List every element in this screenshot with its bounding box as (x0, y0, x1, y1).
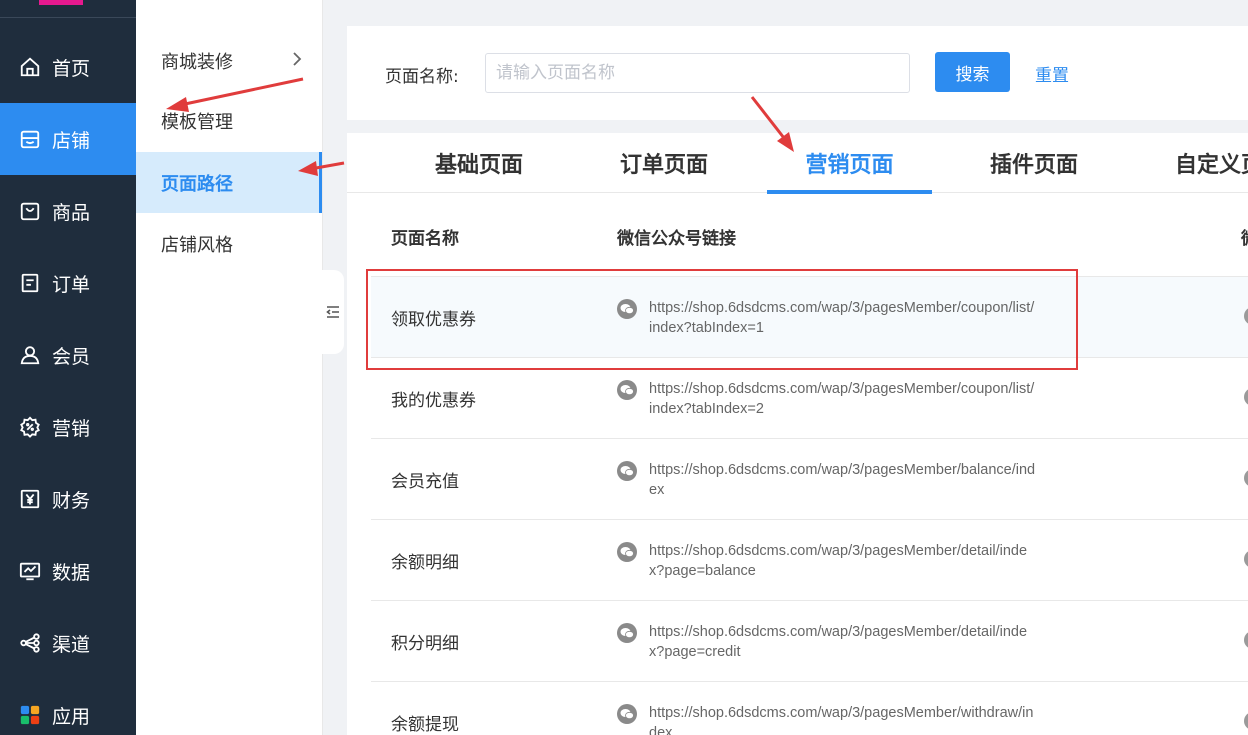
chevron-right-icon (293, 52, 302, 66)
page-name-cell: 余额明细 (391, 553, 459, 573)
nav-item-home[interactable]: 首页 (0, 31, 136, 103)
nav-label: 数据 (52, 561, 91, 584)
wechat-link-cell: https://shop.6dsdcms.com/wap/3/pagesMemb… (617, 541, 1037, 581)
wechat-link-url[interactable]: https://shop.6dsdcms.com/wap/3/pagesMemb… (649, 379, 1037, 419)
sub-item-page-path[interactable]: 页面路径 (136, 152, 322, 213)
table-row: 余额明细 https://shop.6dsdcms.com/wap/3/page… (371, 520, 1248, 601)
highlight-annotation-box (366, 269, 1078, 370)
logo (39, 0, 83, 5)
tab-plugin-pages[interactable]: 插件页面 (969, 133, 1099, 193)
sidebar-divider (0, 17, 136, 18)
action-dot-icon[interactable] (1244, 550, 1248, 568)
wechat-link-cell: https://shop.6dsdcms.com/wap/3/pagesMemb… (617, 460, 1037, 500)
monitor-chart-icon (18, 559, 42, 583)
nav-label: 订单 (52, 273, 91, 296)
wechat-icon (617, 542, 637, 562)
sub-item-mall-decoration[interactable]: 商城装修 (136, 30, 322, 91)
wechat-link-url[interactable]: https://shop.6dsdcms.com/wap/3/pagesMemb… (649, 703, 1037, 735)
nav-item-goods[interactable]: 商品 (0, 175, 136, 247)
tab-basic-pages[interactable]: 基础页面 (414, 133, 544, 193)
nav-item-store[interactable]: 店铺 (0, 103, 136, 175)
page-name-cell: 余额提现 (391, 715, 459, 735)
nav-label: 营销 (52, 417, 91, 440)
sub-sidebar: 商城装修 模板管理 页面路径 店铺风格 (136, 0, 323, 735)
nav-label: 财务 (52, 489, 91, 512)
sub-item-label: 商城装修 (161, 51, 233, 73)
page-name-cell: 积分明细 (391, 634, 459, 654)
nav-item-channels[interactable]: 渠道 (0, 607, 136, 679)
nav-label: 首页 (52, 57, 91, 80)
bag-icon (18, 199, 42, 223)
wechat-icon (617, 380, 637, 400)
home-icon (18, 55, 42, 79)
table-row: 积分明细 https://shop.6dsdcms.com/wap/3/page… (371, 601, 1248, 682)
nav-label: 应用 (52, 705, 91, 728)
sub-item-template-management[interactable]: 模板管理 (136, 90, 322, 151)
wechat-link-cell: https://shop.6dsdcms.com/wap/3/pagesMemb… (617, 703, 1037, 735)
page-name-cell: 我的优惠券 (391, 391, 476, 411)
page-name-cell: 会员充值 (391, 472, 459, 492)
share-nodes-icon (18, 631, 42, 655)
wechat-link-url[interactable]: https://shop.6dsdcms.com/wap/3/pagesMemb… (649, 622, 1037, 662)
nav-label: 会员 (52, 345, 91, 368)
wechat-link-cell: https://shop.6dsdcms.com/wap/3/pagesMemb… (617, 622, 1037, 662)
wechat-icon (617, 704, 637, 724)
search-button[interactable]: 搜索 (935, 52, 1010, 92)
nav-item-data[interactable]: 数据 (0, 535, 136, 607)
action-dot-icon[interactable] (1244, 631, 1248, 649)
column-header-truncated: 微 (1241, 224, 1248, 249)
nav-label: 店铺 (52, 129, 91, 152)
nav-label: 渠道 (52, 633, 91, 656)
order-icon (18, 271, 42, 295)
tab-order-pages[interactable]: 订单页面 (599, 133, 729, 193)
action-dot-icon[interactable] (1244, 469, 1248, 487)
store-icon (18, 127, 42, 151)
sub-item-label: 模板管理 (161, 111, 233, 133)
wechat-link-url[interactable]: https://shop.6dsdcms.com/wap/3/pagesMemb… (649, 541, 1037, 581)
reset-button[interactable]: 重置 (1035, 61, 1069, 86)
nav-item-finance[interactable]: 财务 (0, 463, 136, 535)
table-row: 会员充值 https://shop.6dsdcms.com/wap/3/page… (371, 439, 1248, 520)
user-icon (18, 343, 42, 367)
marketing-icon (18, 415, 42, 439)
page-list-panel: 基础页面 订单页面 营销页面 插件页面 自定义页 页面名称 微信公众号链接 微 … (347, 133, 1248, 735)
wechat-link-url[interactable]: https://shop.6dsdcms.com/wap/3/pagesMemb… (649, 460, 1037, 500)
sub-item-label: 页面路径 (161, 173, 233, 195)
collapse-menu-icon (326, 306, 339, 318)
column-header-wechat-link: 微信公众号链接 (617, 229, 736, 249)
sub-item-store-style[interactable]: 店铺风格 (136, 213, 322, 274)
action-dot-icon[interactable] (1244, 712, 1248, 730)
table-row: 余额提现 https://shop.6dsdcms.com/wap/3/page… (371, 682, 1248, 735)
nav-item-apps[interactable]: 应用 (0, 679, 136, 735)
wechat-icon (617, 461, 637, 481)
wechat-icon (617, 623, 637, 643)
tab-custom-pages[interactable]: 自定义页 (1175, 133, 1248, 193)
main-sidebar: 首页 店铺 商品 订单 会员 营销 财务 数据 渠道 应用 (0, 0, 136, 735)
sub-item-label: 店铺风格 (161, 234, 233, 256)
action-dot-icon[interactable] (1244, 307, 1248, 325)
apps-grid-icon (18, 703, 42, 727)
page-name-search-input[interactable] (485, 53, 910, 93)
table-row: 我的优惠券 https://shop.6dsdcms.com/wap/3/pag… (371, 358, 1248, 439)
page-category-tabs: 基础页面 订单页面 营销页面 插件页面 自定义页 (347, 133, 1248, 194)
action-dot-icon[interactable] (1244, 388, 1248, 406)
nav-label: 商品 (52, 201, 91, 224)
wechat-link-cell: https://shop.6dsdcms.com/wap/3/pagesMemb… (617, 379, 1037, 419)
nav-item-members[interactable]: 会员 (0, 319, 136, 391)
nav-item-orders[interactable]: 订单 (0, 247, 136, 319)
yen-icon (18, 487, 42, 511)
nav-item-marketing[interactable]: 营销 (0, 391, 136, 463)
tab-marketing-pages[interactable]: 营销页面 (767, 133, 932, 194)
table-header: 页面名称 微信公众号链接 微 (371, 194, 1248, 277)
collapse-sidebar-toggle[interactable] (322, 270, 344, 354)
column-header-page-name: 页面名称 (391, 229, 459, 249)
search-panel: 页面名称: 搜索 重置 (347, 26, 1248, 120)
search-label: 页面名称: (385, 67, 459, 87)
